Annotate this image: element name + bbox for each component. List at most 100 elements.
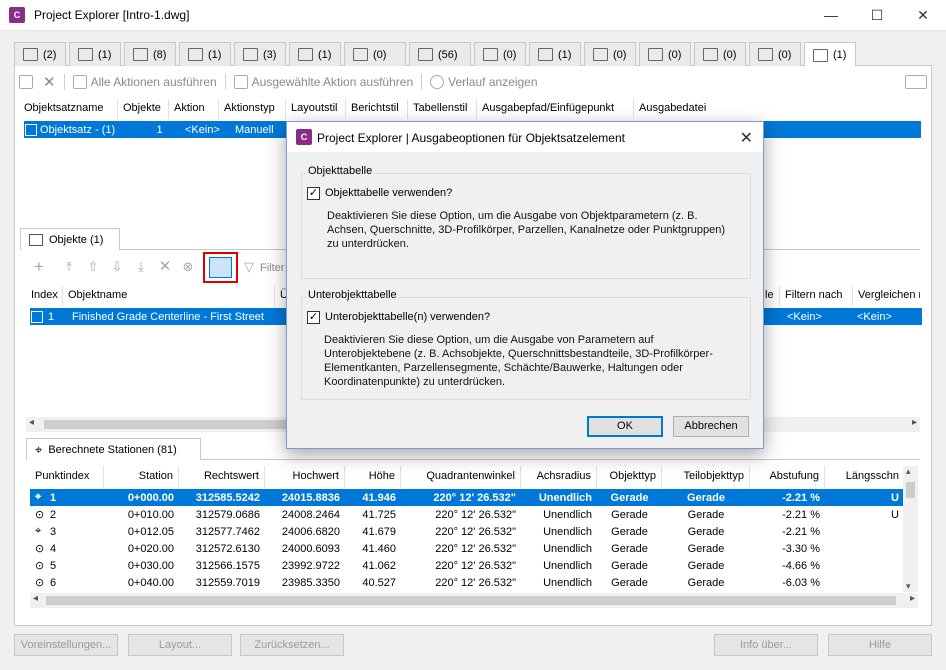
column-header[interactable]: Teilobjekttyp bbox=[662, 466, 750, 488]
checkbox-label[interactable]: Objekttabelle verwenden? bbox=[325, 187, 452, 199]
about-button[interactable]: Info über... bbox=[714, 634, 818, 656]
column-header[interactable]: Achsradius bbox=[521, 466, 597, 488]
scroll-right-icon[interactable]: ▸ bbox=[912, 417, 917, 428]
tab-surfaces[interactable]: (0) bbox=[474, 42, 526, 66]
help-button[interactable]: Hilfe bbox=[828, 634, 932, 656]
tab-alignments[interactable]: (2) bbox=[14, 42, 66, 66]
add-icon bbox=[19, 75, 33, 89]
station-row[interactable]: ⌖ 1 0+000.00 312585.5242 24015.8836 41.9… bbox=[30, 489, 904, 506]
scroll-down-icon[interactable]: ▾ bbox=[906, 581, 911, 592]
tab-assemblies[interactable]: (3) bbox=[234, 42, 286, 66]
cancel-button[interactable]: Abbrechen bbox=[673, 416, 749, 437]
station-row[interactable]: ⊙ 4 0+020.00 312572.6130 24000.6093 41.4… bbox=[30, 540, 904, 557]
station-row[interactable]: ⊙ 6 0+040.00 312559.7019 23985.3350 40.5… bbox=[30, 574, 904, 591]
tab-structures[interactable]: (1) bbox=[529, 42, 581, 66]
tab-pipes[interactable]: (0) bbox=[584, 42, 636, 66]
column-header[interactable]: Längsschn bbox=[825, 466, 904, 488]
tab-object-sets[interactable]: (1) bbox=[804, 42, 856, 67]
station-row[interactable]: ⌖ 3 0+012.05 312577.7462 24006.6820 41.6… bbox=[30, 523, 904, 540]
layout-menu-button[interactable] bbox=[900, 75, 932, 89]
object-list-icon bbox=[29, 233, 43, 246]
clear-button[interactable]: ⊗ bbox=[180, 259, 196, 275]
scroll-thumb[interactable] bbox=[46, 596, 896, 605]
tab-views[interactable]: (0) bbox=[749, 42, 801, 66]
tab-calculated-stations[interactable]: ⌖ Berechnete Stationen (81) bbox=[26, 438, 201, 460]
object-row-right[interactable]: <Kein> <Kein> bbox=[760, 308, 922, 325]
dialog-close-button[interactable]: ✕ bbox=[740, 128, 753, 148]
run-all-button[interactable]: Alle Aktionen ausführen bbox=[68, 75, 222, 89]
column-header[interactable]: Quadrantenwinkel bbox=[401, 466, 521, 488]
column-header[interactable]: Rechtswert bbox=[179, 466, 265, 488]
minimize-button[interactable]: — bbox=[808, 0, 854, 31]
close-button[interactable]: ✕ bbox=[900, 0, 946, 31]
stations-vscrollbar[interactable]: ▴ ▾ bbox=[903, 466, 918, 592]
stations-hscrollbar[interactable]: ◂ ▸ bbox=[30, 593, 918, 608]
checkbox-label[interactable]: Unterobjekttabelle(n) verwenden? bbox=[325, 311, 490, 323]
show-history-button[interactable]: Verlauf anzeigen bbox=[425, 75, 542, 89]
move-top-button[interactable]: ⤒ bbox=[61, 259, 77, 275]
tab-intersections[interactable]: (0) bbox=[694, 42, 746, 66]
object-set-toolbar: ✕ Alle Aktionen ausführen Ausgewählte Ak… bbox=[14, 70, 932, 94]
column-header[interactable]: Index bbox=[26, 286, 63, 306]
column-header[interactable]: Abstufung bbox=[750, 466, 825, 488]
move-bottom-button[interactable]: ⤓ bbox=[133, 259, 149, 275]
delete-button[interactable]: ✕ bbox=[38, 73, 61, 91]
column-header[interactable]: Tabellenstil bbox=[408, 99, 477, 119]
dialog-title-bar: C Project Explorer | Ausgabeoptionen für… bbox=[287, 122, 763, 152]
column-header[interactable]: Objekte bbox=[118, 99, 169, 119]
run-selected-icon bbox=[233, 75, 248, 89]
column-header[interactable]: Punktindex bbox=[30, 466, 104, 488]
tab-sample-lines[interactable]: (0) bbox=[639, 42, 691, 66]
layout-button[interactable]: Layout... bbox=[128, 634, 232, 656]
tab-sites[interactable]: (1) bbox=[69, 42, 121, 66]
tab-parcels[interactable]: (1) bbox=[289, 42, 341, 66]
column-header[interactable]: Vergleichen n bbox=[853, 286, 920, 306]
move-down-button[interactable]: ⇩ bbox=[109, 259, 125, 275]
column-header[interactable]: Hochwert bbox=[265, 466, 345, 488]
column-header[interactable]: Ausgabepfad/Einfügepunkt bbox=[477, 99, 634, 119]
category-tabs: (2) (1) (8) (1) (3) (1) (0) (56) (0) (1)… bbox=[14, 42, 932, 67]
add-object-set-button[interactable] bbox=[14, 75, 38, 89]
column-header[interactable]: Berichtstil bbox=[346, 99, 408, 119]
column-header[interactable]: Höhe bbox=[345, 466, 401, 488]
column-header[interactable]: Ausgabedatei bbox=[634, 99, 754, 119]
scroll-thumb[interactable] bbox=[906, 482, 915, 498]
object-table-checkbox[interactable]: ✓ bbox=[307, 187, 320, 200]
presets-button[interactable]: Voreinstellungen... bbox=[14, 634, 118, 656]
column-header[interactable]: Aktionstyp bbox=[219, 99, 286, 119]
move-up-button[interactable]: ⇧ bbox=[85, 259, 101, 275]
tab-objects[interactable]: Objekte (1) bbox=[20, 228, 120, 250]
column-header[interactable]: Objektsatzname bbox=[19, 99, 118, 119]
scroll-left-icon[interactable]: ◂ bbox=[33, 593, 38, 604]
column-header[interactable]: Aktion bbox=[169, 99, 219, 119]
column-header[interactable]: Station bbox=[104, 466, 179, 488]
scroll-right-icon[interactable]: ▸ bbox=[910, 593, 915, 604]
maximize-button[interactable]: ☐ bbox=[854, 0, 900, 31]
tab-points[interactable]: (56) bbox=[409, 42, 471, 66]
column-header[interactable]: Objektname bbox=[63, 286, 275, 306]
reset-button[interactable]: Zurücksetzen... bbox=[240, 634, 344, 656]
column-header[interactable]: Layoutstil bbox=[286, 99, 346, 119]
tab-corridors[interactable]: (1) bbox=[179, 42, 231, 66]
run-selected-button[interactable]: Ausgewählte Aktion ausführen bbox=[229, 75, 418, 89]
objects-grid-header-right: le Filtern nach Vergleichen n bbox=[760, 286, 920, 306]
tab-feature-lines[interactable]: (0) bbox=[344, 42, 406, 66]
remove-object-button[interactable]: ✕ bbox=[157, 259, 173, 275]
object-filter: <Kein> bbox=[787, 310, 822, 323]
scroll-left-icon[interactable]: ◂ bbox=[29, 417, 34, 428]
column-header[interactable]: Objekttyp bbox=[597, 466, 662, 488]
filter-label[interactable]: Filter bbox=[260, 262, 284, 274]
subobject-table-checkbox[interactable]: ✓ bbox=[307, 311, 320, 324]
ok-button[interactable]: OK bbox=[587, 416, 663, 437]
column-header[interactable]: Filtern nach bbox=[780, 286, 853, 306]
dialog-title: Project Explorer | Ausgabeoptionen für O… bbox=[317, 131, 625, 145]
tab-profiles[interactable]: (8) bbox=[124, 42, 176, 66]
scroll-up-icon[interactable]: ▴ bbox=[906, 466, 911, 477]
object-compare: <Kein> bbox=[857, 310, 892, 323]
station-row[interactable]: ⊙ 5 0+030.00 312566.1575 23992.9722 41.0… bbox=[30, 557, 904, 574]
info-icon bbox=[430, 75, 445, 89]
station-row[interactable]: ⊙ 2 0+010.00 312579.0686 24008.2464 41.7… bbox=[30, 506, 904, 523]
add-object-button[interactable]: + bbox=[31, 258, 47, 275]
parcel-icon bbox=[298, 48, 313, 61]
object-index: 1 bbox=[48, 310, 55, 323]
